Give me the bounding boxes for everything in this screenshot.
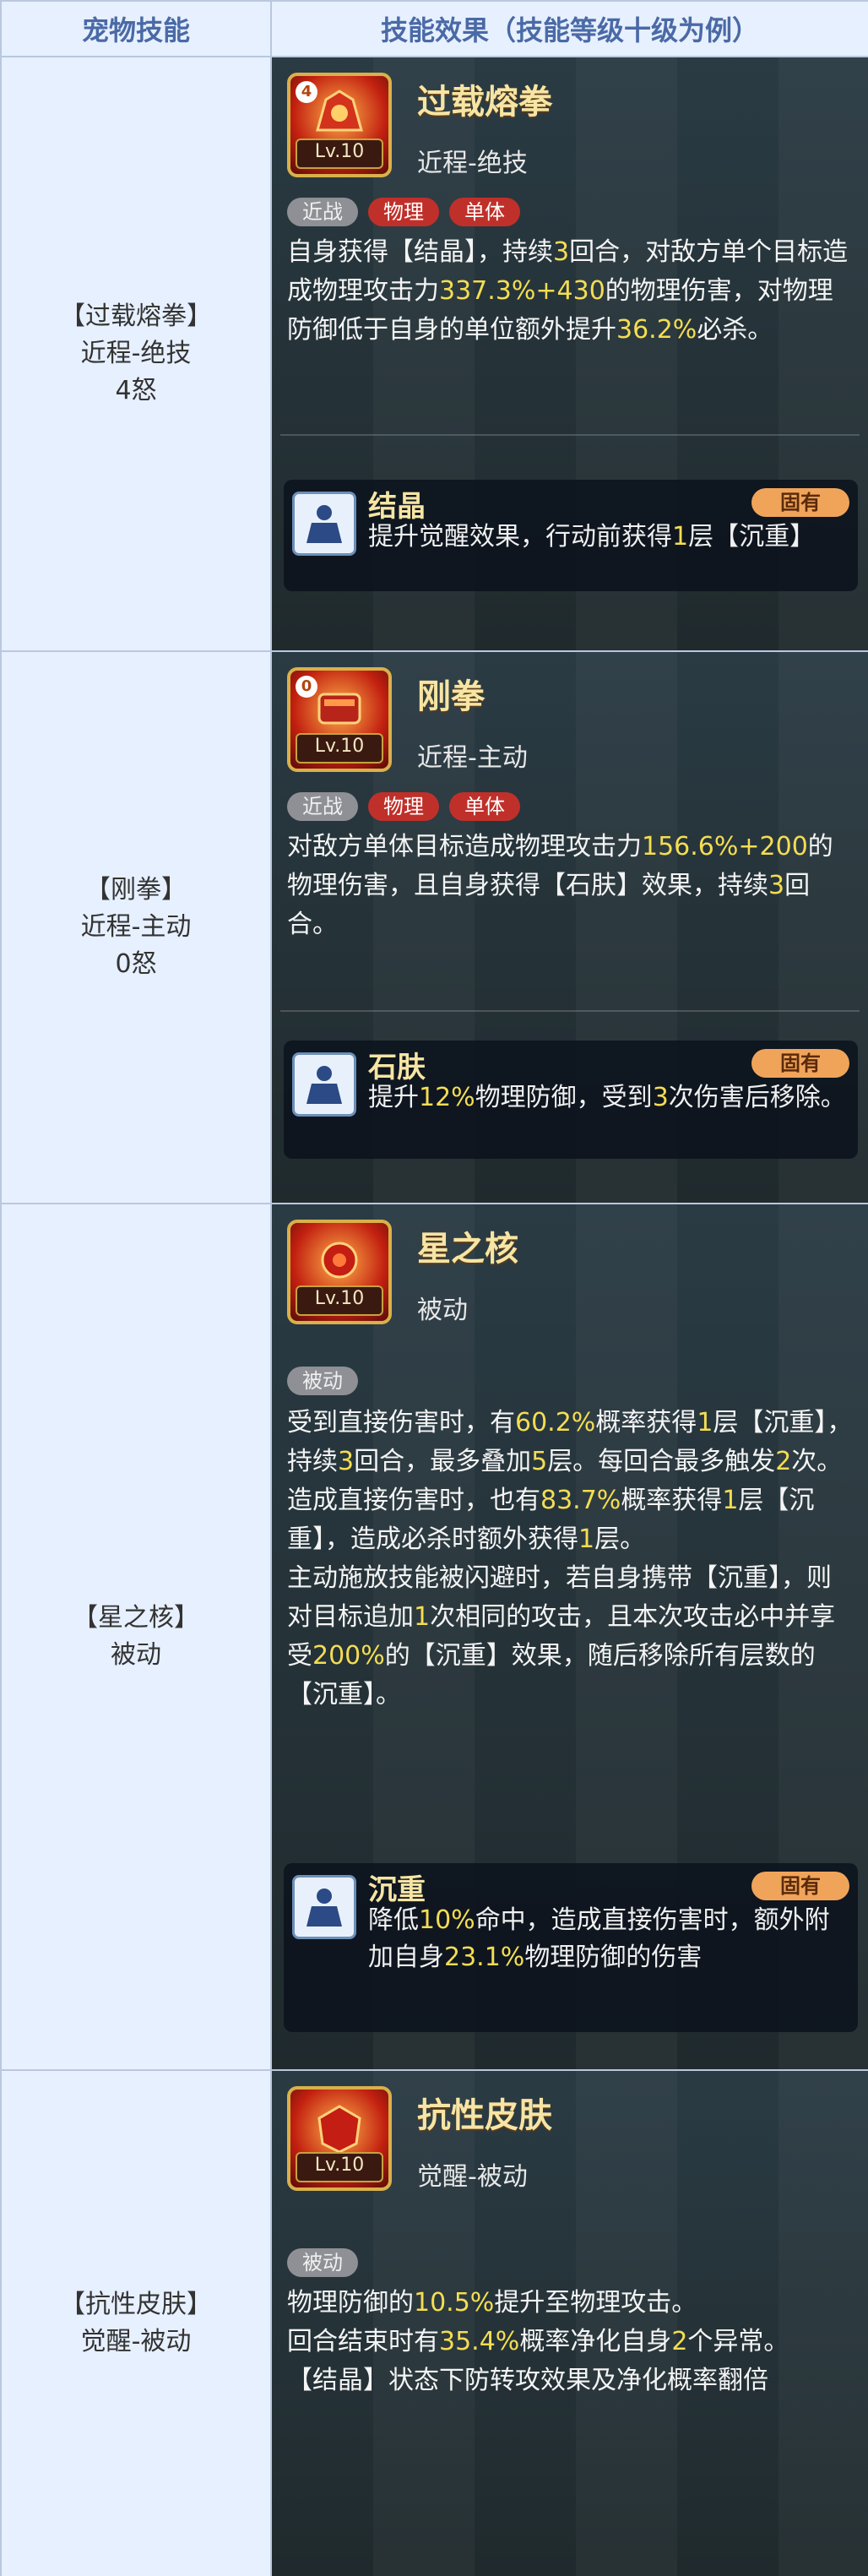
highlight-value: 1 (672, 522, 689, 552)
skill-title: 过载熔拳 (417, 83, 552, 122)
skill-tags: 被动 (287, 1367, 358, 1395)
tag-melee: 近战 (287, 198, 358, 226)
tag-single: 单体 (449, 198, 520, 226)
tag-single: 单体 (449, 792, 520, 821)
tag-physical: 物理 (368, 198, 439, 226)
skill-subtype: 觉醒-被动 (417, 2162, 528, 2192)
skill-subtype: 近程-主动 (417, 743, 528, 773)
tag-melee: 近战 (287, 792, 358, 821)
highlight-value: 23.1% (444, 1943, 525, 1972)
highlight-value: 5 (531, 1447, 548, 1476)
inherent-badge: 固有 (751, 1049, 849, 1078)
highlight-value: 3 (553, 237, 570, 267)
highlight-value: 1 (722, 1486, 739, 1515)
highlight-value: 83.7% (540, 1486, 621, 1515)
row4-skill-type: 觉醒-被动 (80, 2327, 192, 2356)
row2-left-cell: 【刚拳】 近程-主动 0怒 (2, 652, 272, 1204)
highlight-value: 3 (652, 1083, 669, 1112)
row2-effect-cell: 0 Lv.10 刚拳 近程-主动 近战 物理 单体 对敌方单体目标造成物理攻击力… (272, 652, 868, 1204)
tag-physical: 物理 (368, 792, 439, 821)
row1-skill-name: 【过载熔拳】 (60, 302, 212, 331)
figure-icon (292, 492, 356, 556)
row4-skill-name: 【抗性皮肤】 (60, 2290, 212, 2319)
skill-description: 物理防御的10.5%提升至物理攻击。 回合结束时有35.4%概率净化自身2个异常。… (287, 2288, 789, 2395)
row2-skill-name: 【刚拳】 (85, 875, 187, 905)
sub-effect-heavy: 沉重 固有 降低10%命中，造成直接伤害时，额外附加自身23.1%物理防御的伤害 (284, 1863, 858, 2032)
highlight-value: 2 (775, 1447, 792, 1476)
row1-skill-cost: 4怒 (115, 376, 157, 405)
row3-skill-type: 被动 (111, 1640, 161, 1670)
skill-description: 受到直接伤害时，有60.2%概率获得1层【沉重】，持续3回合，最多叠加5层。每回… (287, 1408, 853, 1709)
row4-left-cell: 【抗性皮肤】 觉醒-被动 (2, 2071, 272, 2576)
row3-skill-name: 【星之核】 (73, 1603, 199, 1633)
skill-title: 星之核 (417, 1230, 518, 1269)
highlight-value: 36.2% (616, 315, 697, 345)
highlight-value: 35.4% (439, 2327, 520, 2356)
highlight-value: 60.2% (515, 1408, 596, 1437)
tag-passive: 被动 (287, 2248, 358, 2277)
highlight-value: 10% (419, 1905, 475, 1935)
skill-tags: 近战 物理 单体 (287, 792, 520, 821)
figure-icon (292, 1875, 356, 1939)
star-core-icon: Lv.10 (287, 1220, 392, 1324)
inherent-badge: 固有 (751, 1872, 849, 1900)
skill-description: 自身获得【结晶】，持续3回合，对敌方单个目标造成物理攻击力337.3%+430的… (287, 237, 849, 345)
row3-effect-cell: Lv.10 星之核 被动 被动 受到直接伤害时，有60.2%概率获得1层【沉重】… (272, 1204, 868, 2071)
highlight-value: 1 (414, 1602, 431, 1632)
highlight-value: 10.5% (414, 2288, 495, 2318)
highlight-value: 200% (312, 1641, 385, 1671)
inherent-badge: 固有 (751, 488, 849, 517)
highlight-value: 337.3%+430 (439, 276, 605, 306)
highlight-value: 156.6%+200 (642, 832, 808, 861)
skill-tags: 近战 物理 单体 (287, 198, 520, 226)
steel-fist-icon: 0 Lv.10 (287, 667, 392, 772)
skill-title: 抗性皮肤 (417, 2096, 552, 2135)
skill-title: 刚拳 (417, 677, 485, 716)
skill-tags: 被动 (287, 2248, 358, 2277)
skills-table: 宠物技能 技能效果（技能等级十级为例） 【过载熔拳】 近程-绝技 4怒 4 Lv… (0, 0, 868, 2576)
row1-effect-cell: 4 Lv.10 过载熔拳 近程-绝技 近战 物理 单体 自身获得【结晶】，持续3… (272, 57, 868, 652)
row1-skill-type: 近程-绝技 (80, 339, 192, 368)
skill-subtype: 被动 (417, 1296, 468, 1325)
row3-left-cell: 【星之核】 被动 (2, 1204, 272, 2071)
sub-effect-crystal: 结晶 固有 提升觉醒效果，行动前获得1层【沉重】 (284, 480, 858, 591)
highlight-value: 1 (578, 1524, 595, 1554)
sub-effect-stoneskin: 石肤 固有 提升12%物理防御，受到3次伤害后移除。 (284, 1041, 858, 1159)
skill-subtype: 近程-绝技 (417, 149, 528, 178)
highlight-value: 2 (671, 2327, 688, 2356)
figure-icon (292, 1052, 356, 1117)
header-pet-skill: 宠物技能 (2, 2, 272, 57)
header-skill-effect: 技能效果（技能等级十级为例） (272, 2, 868, 57)
row4-effect-cell: Lv.10 抗性皮肤 觉醒-被动 被动 物理防御的10.5%提升至物理攻击。 回合… (272, 2071, 868, 2576)
row2-skill-type: 近程-主动 (80, 912, 192, 942)
highlight-value: 1 (697, 1408, 713, 1437)
highlight-value: 3 (338, 1447, 355, 1476)
highlight-value: 3 (768, 871, 785, 900)
tag-passive: 被动 (287, 1367, 358, 1395)
row2-skill-cost: 0怒 (115, 949, 157, 979)
highlight-value: 12% (419, 1083, 475, 1112)
skill-description: 对敌方单体目标造成物理攻击力156.6%+200的物理伤害，且自身获得【石肤】效… (287, 832, 833, 939)
row1-left-cell: 【过载熔拳】 近程-绝技 4怒 (2, 57, 272, 652)
resistant-skin-icon: Lv.10 (287, 2086, 392, 2191)
overload-fist-icon: 4 Lv.10 (287, 73, 392, 177)
